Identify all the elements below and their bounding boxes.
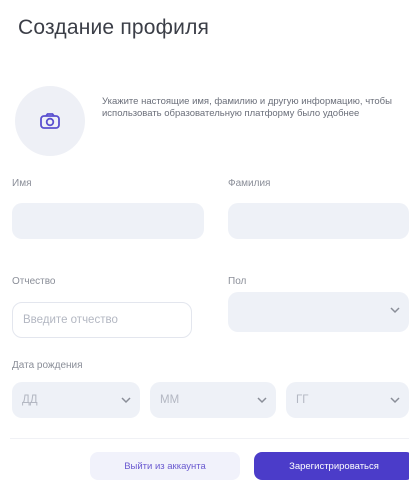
birth-year-select[interactable]: ГГ [286, 382, 409, 418]
footer-divider [10, 438, 409, 439]
chevron-down-icon [390, 397, 400, 404]
birthdate-label: Дата рождения [12, 360, 83, 371]
gender-select[interactable] [228, 292, 409, 332]
last-name-label: Фамилия [228, 178, 271, 189]
patronymic-label: Отчество [12, 276, 56, 287]
profile-hint-text: Укажите настоящие имя, фамилию и другую … [102, 96, 392, 119]
birth-day-select[interactable]: ДД [12, 382, 140, 418]
chevron-down-icon [257, 397, 267, 404]
register-button[interactable]: Зарегистрироваться [254, 452, 409, 480]
avatar-upload[interactable] [15, 86, 85, 156]
first-name-label: Имя [12, 178, 32, 189]
first-name-field[interactable] [12, 203, 204, 239]
birth-month-select[interactable]: ММ [150, 382, 276, 418]
birth-day-placeholder: ДД [22, 394, 38, 406]
last-name-field[interactable] [228, 203, 409, 239]
patronymic-field[interactable]: Введите отчество [12, 302, 192, 338]
camera-icon [40, 113, 60, 129]
birth-year-placeholder: ГГ [296, 394, 309, 406]
logout-button[interactable]: Выйти из аккаунта [90, 452, 240, 480]
chevron-down-icon [390, 307, 400, 314]
birth-month-placeholder: ММ [160, 394, 180, 406]
page-title: Создание профиля [18, 16, 210, 39]
gender-label: Пол [228, 276, 247, 287]
chevron-down-icon [121, 397, 131, 404]
